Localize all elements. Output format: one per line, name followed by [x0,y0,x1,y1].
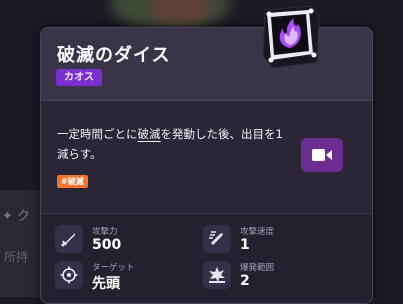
rarity-badge: カオス [56,69,102,86]
stat-label: 攻撃速度 [240,227,275,237]
video-camera-icon [312,149,332,161]
item-tooltip-card: 破滅のダイス カオス 一定時間ごとに破滅を発動した後、出目を1減らす。 #破滅 … [40,27,373,304]
stat-target: ターゲット 先頭 [55,258,195,298]
stat-label: ターゲット [92,263,135,273]
video-button[interactable] [301,138,343,172]
stat-value: 1 [240,237,250,253]
backdrop-text: 所持 [4,250,29,264]
stat-value: 500 [92,237,122,253]
description-text: 一定時間ごとに [57,127,138,141]
explosion-icon [203,261,231,289]
backdrop-text: ✦ ク [2,209,31,224]
keyword-link[interactable]: 破滅 [138,127,161,141]
attack-speed-icon [203,225,231,253]
stat-attack: 攻撃力 500 [55,222,195,262]
stat-explosion-range: 爆発範囲 2 [203,258,343,298]
stat-label: 爆発範囲 [240,263,275,273]
stat-value: 2 [240,273,250,289]
item-title: 破滅のダイス [57,45,171,66]
keyword-tag[interactable]: #破滅 [57,175,88,188]
item-description: 一定時間ごとに破滅を発動した後、出目を1減らす。 [57,124,292,164]
stats-panel: 攻撃力 500 攻撃速度 1 ターゲット 先頭 爆発範囲 2 [41,213,372,303]
chaos-dice-icon [257,4,323,70]
stat-value: 先頭 [92,276,120,292]
target-icon [55,261,83,289]
stat-attack-speed: 攻撃速度 1 [203,222,343,262]
sword-icon [55,225,83,253]
stat-label: 攻撃力 [92,227,118,237]
